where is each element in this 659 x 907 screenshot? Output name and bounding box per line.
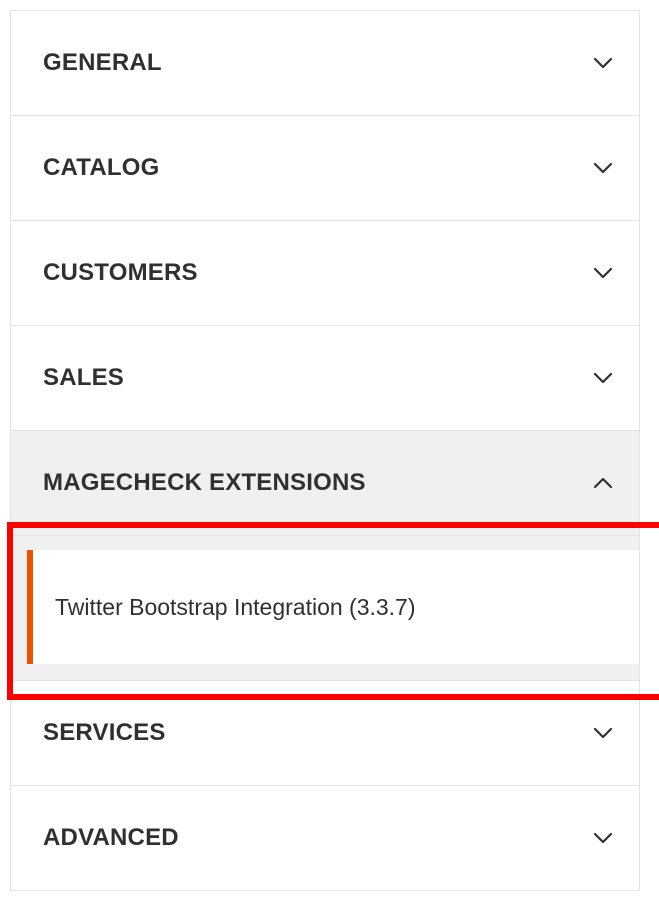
subitem-twitter-bootstrap-integration[interactable]: Twitter Bootstrap Integration (3.3.7) xyxy=(27,550,639,664)
chevron-down-icon xyxy=(591,156,615,180)
section-general[interactable]: GENERAL xyxy=(11,11,639,116)
section-services[interactable]: SERVICES xyxy=(11,681,639,786)
section-title: CUSTOMERS xyxy=(43,259,198,286)
section-title: ADVANCED xyxy=(43,824,179,851)
section-catalog[interactable]: CATALOG xyxy=(11,116,639,221)
chevron-down-icon xyxy=(591,826,615,850)
chevron-down-icon xyxy=(591,261,615,285)
chevron-up-icon xyxy=(591,471,615,495)
section-customers[interactable]: CUSTOMERS xyxy=(11,221,639,326)
section-title: MAGECHECK EXTENSIONS xyxy=(43,469,366,496)
section-title: CATALOG xyxy=(43,154,160,181)
chevron-down-icon xyxy=(591,366,615,390)
config-sections-panel: GENERAL CATALOG CUSTOMERS SALES MAGECHEC… xyxy=(10,10,640,891)
magecheck-extensions-items: Twitter Bootstrap Integration (3.3.7) xyxy=(11,536,639,681)
section-title: SERVICES xyxy=(43,719,166,746)
chevron-down-icon xyxy=(591,721,615,745)
section-title: GENERAL xyxy=(43,49,162,76)
section-sales[interactable]: SALES xyxy=(11,326,639,431)
section-advanced[interactable]: ADVANCED xyxy=(11,786,639,891)
section-title: SALES xyxy=(43,364,125,391)
section-magecheck-extensions[interactable]: MAGECHECK EXTENSIONS xyxy=(11,431,639,536)
chevron-down-icon xyxy=(591,51,615,75)
subitem-label: Twitter Bootstrap Integration (3.3.7) xyxy=(55,593,416,620)
